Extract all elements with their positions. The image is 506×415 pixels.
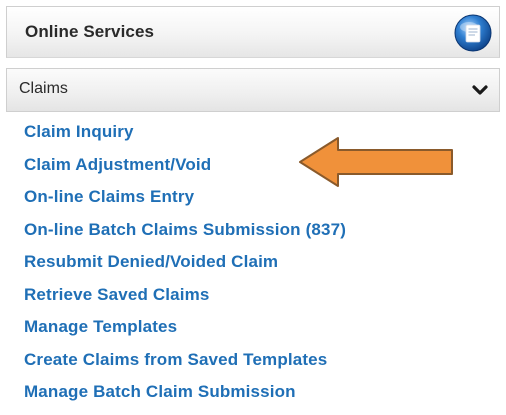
list-item: Resubmit Denied/Voided Claim — [24, 252, 346, 285]
panel-header: Online Services — [6, 6, 500, 58]
list-item: On-line Claims Entry — [24, 187, 346, 220]
list-item: Manage Batch Claim Submission — [24, 382, 346, 415]
list-item: On-line Batch Claims Submission (837) — [24, 220, 346, 253]
online-services-panel: Online Services Claims Claim Inquiry Cla — [0, 0, 506, 408]
create-claims-from-saved-templates-link[interactable]: Create Claims from Saved Templates — [24, 350, 327, 369]
arrow-left-icon — [299, 137, 453, 187]
resubmit-denied-voided-claim-link[interactable]: Resubmit Denied/Voided Claim — [24, 252, 278, 271]
online-claims-entry-link[interactable]: On-line Claims Entry — [24, 187, 194, 206]
claim-adjustment-void-link[interactable]: Claim Adjustment/Void — [24, 155, 211, 174]
list-item: Create Claims from Saved Templates — [24, 350, 346, 383]
manage-batch-claim-submission-link[interactable]: Manage Batch Claim Submission — [24, 382, 296, 401]
chevron-down-icon[interactable] — [471, 81, 489, 99]
claims-section-header[interactable]: Claims — [6, 68, 500, 112]
list-item: Manage Templates — [24, 317, 346, 350]
online-batch-claims-submission-link[interactable]: On-line Batch Claims Submission (837) — [24, 220, 346, 239]
manage-templates-link[interactable]: Manage Templates — [24, 317, 177, 336]
globe-icon — [454, 14, 492, 52]
panel-title: Online Services — [25, 22, 155, 41]
retrieve-saved-claims-link[interactable]: Retrieve Saved Claims — [24, 285, 210, 304]
claim-inquiry-link[interactable]: Claim Inquiry — [24, 122, 134, 141]
section-title: Claims — [19, 80, 68, 97]
list-item: Retrieve Saved Claims — [24, 285, 346, 318]
